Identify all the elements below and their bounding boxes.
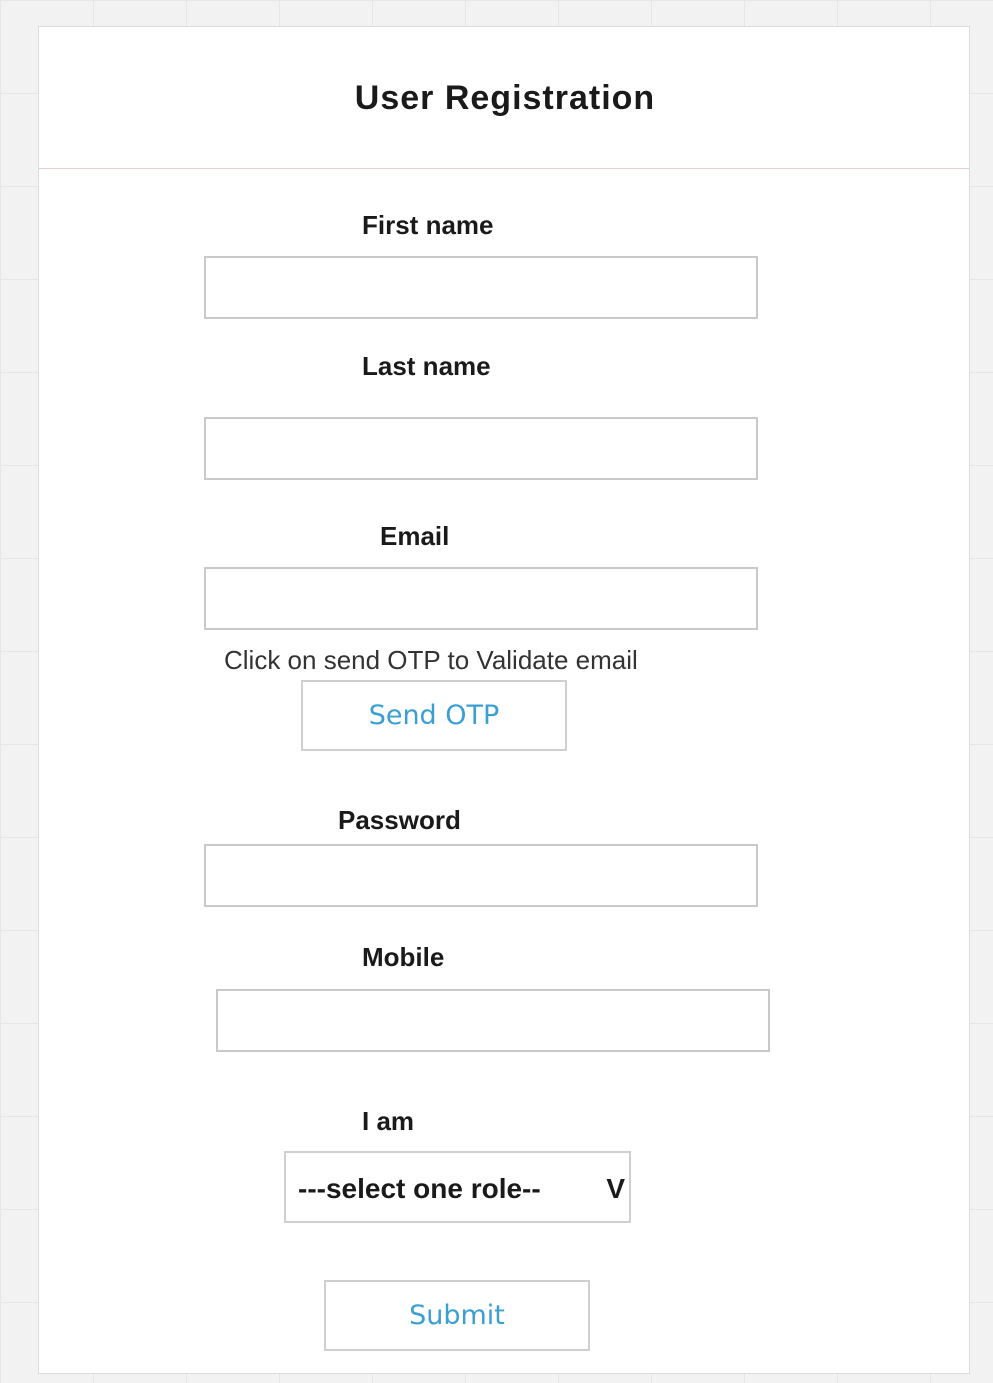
page-title: User Registration [354,79,656,117]
last-name-label: Last name [362,351,491,381]
last-name-input[interactable] [204,417,758,480]
submit-button[interactable]: Submit [324,1280,590,1351]
send-otp-button[interactable]: Send OTP [301,680,567,751]
role-label: I am [362,1106,415,1136]
role-select[interactable]: ---select one role-- V [284,1151,631,1223]
mobile-input[interactable] [216,989,770,1052]
first-name-label: First name [362,210,494,240]
registration-card: User Registration First name Last name E… [38,26,970,1374]
mobile-label: Mobile [362,942,445,972]
role-select-value: ---select one role-- [298,1173,541,1204]
first-name-input[interactable] [204,256,758,319]
otp-hint-text: Click on send OTP to Validate email [224,645,638,675]
email-label: Email [380,521,450,551]
password-label: Password [338,805,461,835]
password-input[interactable] [204,844,758,907]
email-input[interactable] [204,567,758,630]
card-header: User Registration [39,27,969,169]
chevron-down-icon: V [606,1173,625,1204]
